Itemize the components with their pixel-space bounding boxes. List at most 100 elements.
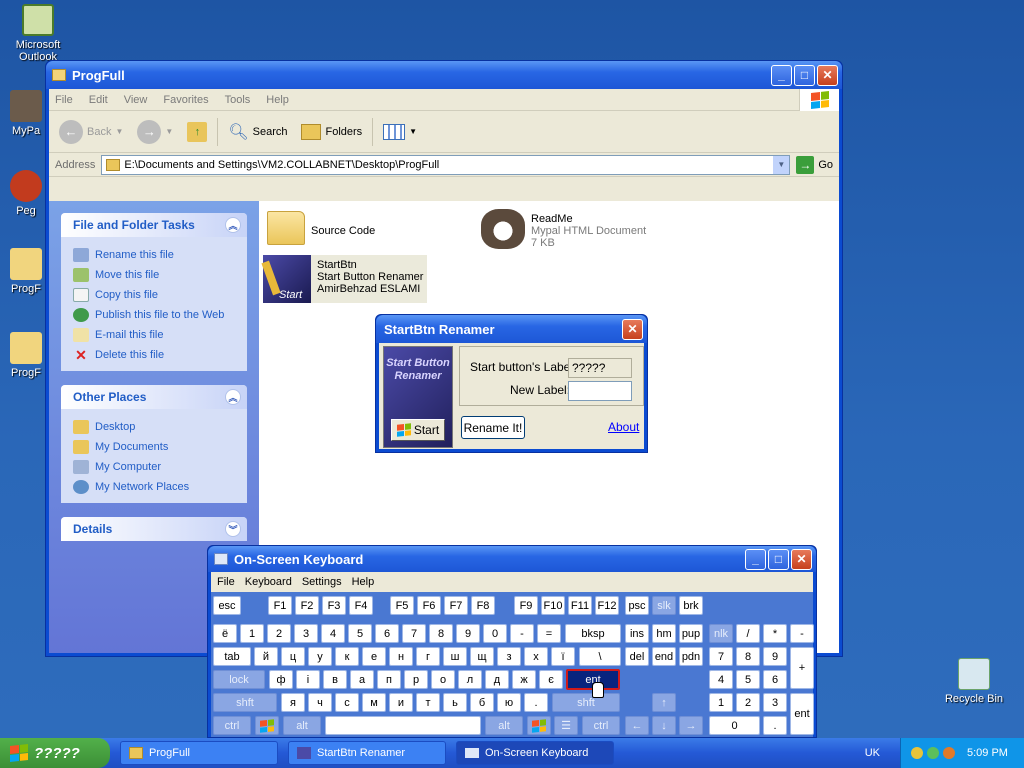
menu-favorites[interactable]: Favorites	[163, 94, 208, 106]
key-1[interactable]: 1	[240, 624, 264, 643]
key-6[interactable]: 6	[375, 624, 399, 643]
key-menu[interactable]: ☰	[554, 716, 578, 735]
key-arrow-down[interactable]: ↓	[652, 716, 676, 735]
task-delete[interactable]: ✕ Delete this file	[73, 345, 235, 365]
key-arrow-left[interactable]: ←	[625, 716, 649, 735]
key-num-0[interactable]: 0	[709, 716, 760, 735]
osk-titlebar[interactable]: On-Screen Keyboard _ □ ✕	[208, 546, 816, 572]
key-cyr-g[interactable]: г	[416, 647, 440, 666]
key-right-shift[interactable]: shft	[552, 693, 620, 712]
key-cyr-r[interactable]: р	[404, 670, 428, 689]
place-my-computer[interactable]: My Computer	[73, 457, 235, 477]
key-num-6[interactable]: 6	[763, 670, 787, 689]
about-link[interactable]: About	[608, 420, 639, 434]
key-cyr-z[interactable]: з	[497, 647, 521, 666]
key-f2[interactable]: F2	[295, 596, 319, 615]
key-f3[interactable]: F3	[322, 596, 346, 615]
key-slk[interactable]: slk	[652, 596, 676, 615]
key-del[interactable]: del	[625, 647, 649, 666]
key-cyr-ye[interactable]: є	[539, 670, 563, 689]
key-f7[interactable]: F7	[444, 596, 468, 615]
osk-menu-help[interactable]: Help	[352, 576, 375, 588]
menu-edit[interactable]: Edit	[89, 94, 108, 106]
key-left-win[interactable]	[255, 716, 279, 735]
explorer-titlebar[interactable]: ProgFull _ □ ✕	[46, 61, 842, 89]
collapse-icon[interactable]: ︽	[225, 217, 241, 233]
key-num-5[interactable]: 5	[736, 670, 760, 689]
key-f4[interactable]: F4	[349, 596, 373, 615]
key-cyr-ch[interactable]: ч	[308, 693, 332, 712]
task-move[interactable]: Move this file	[73, 265, 235, 285]
folders-button[interactable]: Folders	[297, 117, 366, 147]
key-cyr-ya[interactable]: я	[281, 693, 305, 712]
key-right-ctrl[interactable]: ctrl	[582, 716, 620, 735]
close-button[interactable]: ✕	[817, 64, 838, 86]
dialog-titlebar[interactable]: StartBtn Renamer ✕	[376, 315, 647, 343]
key-2[interactable]: 2	[267, 624, 291, 643]
key-num-minus[interactable]: -	[790, 624, 814, 643]
panel-header[interactable]: Other Places ︽	[61, 385, 247, 409]
key-cyr-m[interactable]: м	[362, 693, 386, 712]
panel-header[interactable]: Details ︾	[61, 517, 247, 541]
key-cyr-i2[interactable]: и	[389, 693, 413, 712]
search-button[interactable]: 🔍︎ Search	[224, 117, 291, 147]
key-f5[interactable]: F5	[390, 596, 414, 615]
key-cyr-f[interactable]: ф	[269, 670, 293, 689]
key-cyr-yu[interactable]: ю	[497, 693, 521, 712]
up-button[interactable]: ↑	[183, 117, 211, 147]
key-num-8[interactable]: 8	[736, 647, 760, 666]
place-desktop[interactable]: Desktop	[73, 417, 235, 437]
key-num-9[interactable]: 9	[763, 647, 787, 666]
task-rename[interactable]: Rename this file	[73, 245, 235, 265]
osk-menu-keyboard[interactable]: Keyboard	[245, 576, 292, 588]
key-right-alt[interactable]: alt	[485, 716, 523, 735]
osk-menu-settings[interactable]: Settings	[302, 576, 342, 588]
search-tray-icon[interactable]	[943, 747, 955, 759]
key-num-enter[interactable]: ent	[790, 693, 814, 735]
key-arrow-up[interactable]: ↑	[652, 693, 676, 712]
key-bksp[interactable]: bksp	[565, 624, 621, 643]
key-cyr-u[interactable]: у	[308, 647, 332, 666]
osk-close-button[interactable]: ✕	[791, 548, 812, 570]
task-email[interactable]: E-mail this file	[73, 325, 235, 345]
key-minus[interactable]: -	[510, 624, 534, 643]
key-cyr-n[interactable]: н	[389, 647, 413, 666]
key-ins[interactable]: ins	[625, 624, 649, 643]
key-f1[interactable]: F1	[268, 596, 292, 615]
dialog-close-button[interactable]: ✕	[622, 318, 643, 340]
clock[interactable]: 5:09 PM	[967, 747, 1008, 759]
key-3[interactable]: 3	[294, 624, 318, 643]
menu-view[interactable]: View	[124, 94, 148, 106]
key-hm[interactable]: hm	[652, 624, 676, 643]
key-8[interactable]: 8	[429, 624, 453, 643]
key-equals[interactable]: =	[537, 624, 561, 643]
key-cyr-p[interactable]: п	[377, 670, 401, 689]
key-cyr-zh[interactable]: ж	[512, 670, 536, 689]
key-f6[interactable]: F6	[417, 596, 441, 615]
key-cyr-sh[interactable]: ш	[443, 647, 467, 666]
taskbar-item-progfull[interactable]: ProgFull	[120, 741, 278, 765]
key-end[interactable]: end	[652, 647, 676, 666]
osk-maximize-button[interactable]: □	[768, 548, 789, 570]
key-0[interactable]: 0	[483, 624, 507, 643]
task-publish[interactable]: Publish this file to the Web	[73, 305, 235, 325]
expand-icon[interactable]: ︾	[225, 521, 241, 537]
osk-menu-file[interactable]: File	[217, 576, 235, 588]
key-cyr-e[interactable]: е	[362, 647, 386, 666]
key-esc[interactable]: esc	[213, 596, 241, 615]
key-cyr-t[interactable]: т	[416, 693, 440, 712]
place-my-documents[interactable]: My Documents	[73, 437, 235, 457]
file-item-source-code[interactable]: Source Code	[267, 211, 375, 245]
key-cyr-yi[interactable]: ї	[551, 647, 575, 666]
key-5[interactable]: 5	[348, 624, 372, 643]
task-copy[interactable]: Copy this file	[73, 285, 235, 305]
key-period[interactable]: .	[524, 693, 548, 712]
key-tab[interactable]: tab	[213, 647, 251, 666]
desktop-icon-recycle-bin[interactable]: Recycle Bin	[938, 658, 1010, 705]
security-shield-icon[interactable]	[911, 747, 923, 759]
key-left-ctrl[interactable]: ctrl	[213, 716, 251, 735]
key-num-7[interactable]: 7	[709, 647, 733, 666]
address-dropdown-button[interactable]: ▼	[773, 155, 790, 174]
key-pup[interactable]: pup	[679, 624, 703, 643]
key-psc[interactable]: psc	[625, 596, 649, 615]
